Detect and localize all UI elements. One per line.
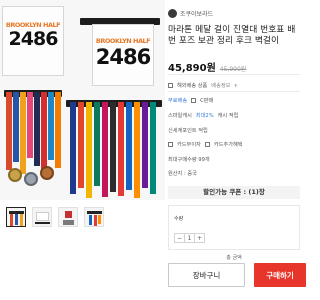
- product-info-panel: 조쿠이보라드 마라톤 메달 걸이 진열대 번호표 배번 포즈 보관 정리 후크 …: [168, 0, 306, 300]
- ribbon: [86, 102, 92, 198]
- card-discount-link[interactable]: 카드무이자: [177, 141, 201, 148]
- ribbon: [126, 102, 132, 190]
- checkbox-icon: [191, 98, 197, 103]
- purchase-limit-row: 최대구매수량 99개: [168, 156, 210, 163]
- card-icon: [204, 142, 210, 147]
- ribbon: [41, 92, 47, 172]
- points-suffix: 캐시 적립: [217, 113, 239, 119]
- ribbon: [150, 102, 156, 194]
- bib-name-right: BROOKLYN HALF: [95, 37, 151, 45]
- card-icon: [168, 142, 173, 147]
- medal: [40, 166, 54, 180]
- shipping-row: 해외배송 상품 배송정보 ▾: [168, 82, 237, 89]
- quantity-stepper: − 1 +: [174, 233, 205, 243]
- sale-price: 45,890원: [168, 63, 216, 74]
- brand-link[interactable]: 조쿠이보라드: [168, 9, 213, 18]
- ribbon: [34, 92, 40, 166]
- buy-now-button[interactable]: 구매하기: [254, 263, 306, 287]
- free-shipping-label: 무료배송: [168, 98, 188, 104]
- quantity-label: 수량: [174, 216, 184, 222]
- product-main-image[interactable]: BROOKLYN HALF 2486 BROOKLYN HALF 2486: [0, 0, 165, 200]
- ribbon: [48, 92, 54, 160]
- divider: [168, 74, 300, 75]
- ribbon: [27, 92, 33, 158]
- global-shipping-icon: [168, 83, 173, 88]
- ribbon: [70, 102, 76, 194]
- total-price-label: 총 금액: [226, 255, 242, 261]
- thumbnail-3[interactable]: [58, 207, 78, 227]
- card-discount-row: 카드무이자 카드추가혜택: [168, 141, 243, 148]
- points-value: 최대2%: [195, 113, 214, 119]
- origin-label: 원산지 : 중국: [168, 171, 197, 177]
- quantity-minus-button[interactable]: −: [175, 234, 184, 242]
- points-prefix: 스마일캐시: [168, 113, 192, 119]
- ribbon: [94, 102, 100, 186]
- ribbon: [78, 102, 84, 188]
- ribbon: [20, 92, 26, 174]
- price-row: 45,890원 45,990원: [168, 59, 246, 74]
- shipping-label: 해외배송 상품: [177, 83, 208, 89]
- bib-number-left: 2486: [8, 28, 59, 50]
- ribbon: [6, 92, 12, 170]
- original-price: 45,990원: [219, 66, 247, 73]
- bib-number-right: 2486: [95, 45, 151, 69]
- thumbnail-4[interactable]: [84, 207, 104, 227]
- option-box: 수량 − 1 +: [168, 205, 300, 250]
- medal: [8, 168, 22, 182]
- brand-name: 조쿠이보라드: [180, 11, 214, 18]
- ribbon: [110, 102, 116, 192]
- quantity-plus-button[interactable]: +: [195, 234, 204, 242]
- card-installment-link[interactable]: 카드추가혜택: [214, 141, 243, 148]
- purchase-limit-label: 최대구매수량 99개: [168, 157, 210, 163]
- chevron-down-icon: ▾: [234, 82, 237, 89]
- ribbon: [55, 92, 61, 168]
- ribbon: [118, 102, 124, 196]
- thumbnail-2[interactable]: [32, 207, 52, 227]
- card-benefit-row: 신세계포인트 적립: [168, 127, 208, 134]
- quantity-input[interactable]: 1: [184, 234, 195, 242]
- ribbon: [134, 102, 140, 198]
- brand-logo-icon: [168, 9, 177, 18]
- ribbon: [142, 102, 148, 188]
- shipping-info-link[interactable]: 배송정보: [211, 82, 230, 89]
- free-shipping-row: 무료배송 C판매: [168, 97, 213, 104]
- thumbnail-strip: [6, 207, 104, 227]
- thumbnail-1[interactable]: [6, 207, 26, 227]
- race-bib-right: BROOKLYN HALF 2486: [92, 24, 154, 86]
- ribbon: [13, 92, 19, 162]
- medal: [24, 172, 38, 186]
- card-benefit-label: 신세계포인트 적립: [168, 128, 208, 134]
- coupon-button[interactable]: 할인가능 쿠폰 : (1)장: [168, 186, 300, 199]
- race-bib-left: BROOKLYN HALF 2486: [2, 6, 64, 76]
- add-to-cart-button[interactable]: 장바구니: [168, 263, 245, 287]
- origin-row: 원산지 : 중국: [168, 170, 197, 177]
- product-title: 마라톤 메달 걸이 진열대 번호표 배번 포즈 보관 정리 후크 벽걸이: [168, 25, 296, 46]
- free-shipping-badge: C판매: [200, 98, 214, 104]
- points-row: 스마일캐시 최대2% 캐시 적립: [168, 112, 238, 119]
- divider: [168, 91, 300, 92]
- ribbon: [102, 102, 108, 197]
